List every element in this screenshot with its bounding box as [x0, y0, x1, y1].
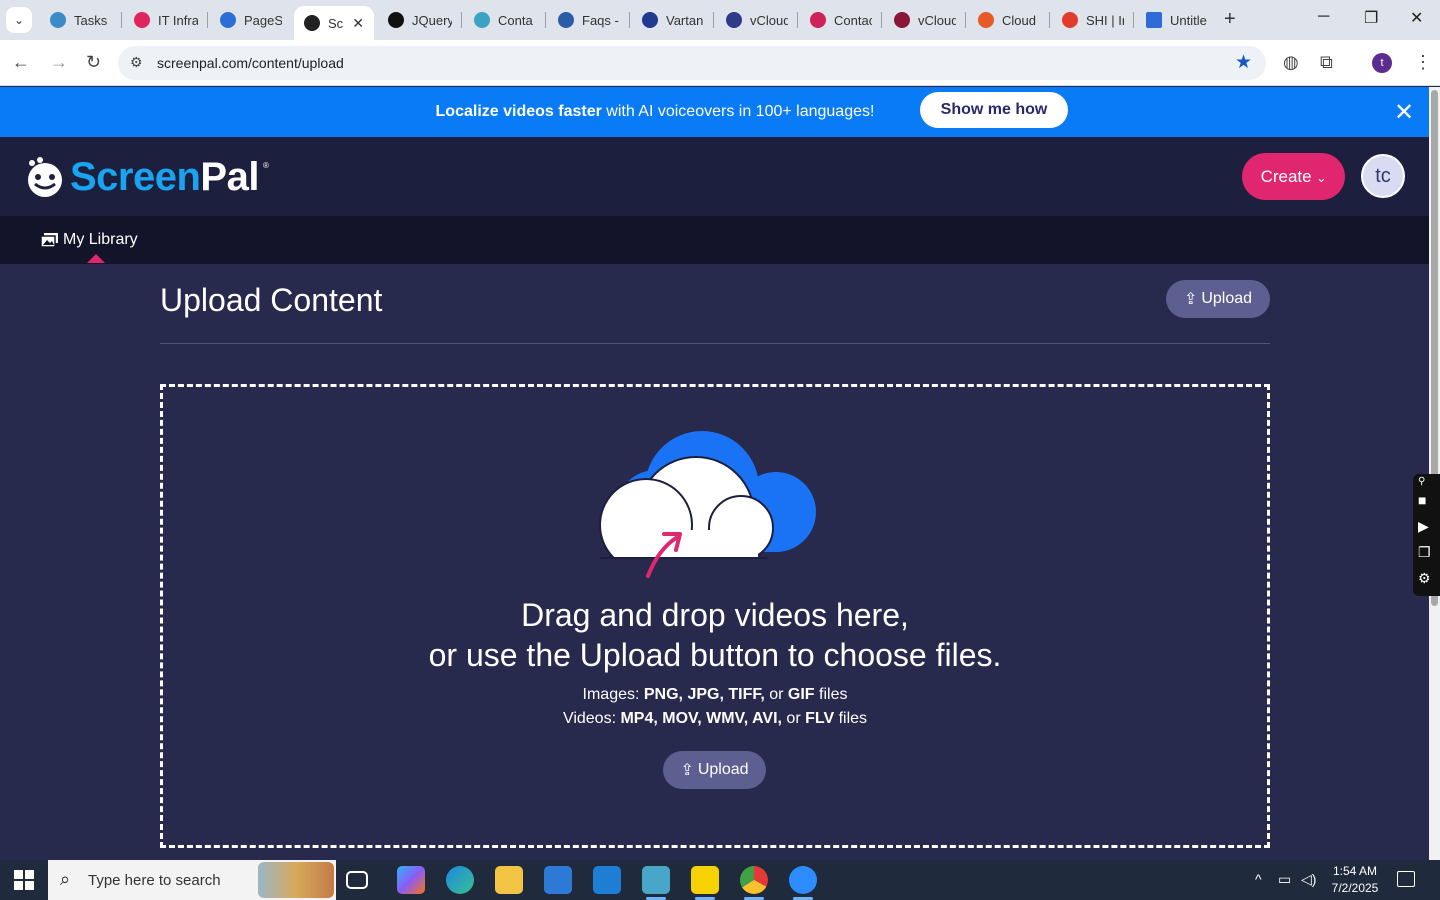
- windows-taskbar: ⌕ Type here to search ^ ▭ ◁) 1:54 AM 7/2…: [0, 860, 1440, 900]
- docs-favicon-icon: [1146, 12, 1162, 28]
- edge-browser-icon[interactable]: [446, 866, 474, 894]
- back-icon[interactable]: ←: [12, 52, 30, 73]
- new-tab-icon[interactable]: +: [1224, 8, 1236, 31]
- close-window-icon[interactable]: ✕: [1410, 8, 1423, 28]
- vartan-favicon-icon: [642, 12, 658, 28]
- promo-banner: Localize videos faster with AI voiceover…: [0, 87, 1429, 137]
- browser-toolbar: ← → ↻ ⚙ screenpal.com/content/upload ★ ◍…: [0, 40, 1440, 86]
- video-record-icon[interactable]: ▶: [1418, 518, 1429, 535]
- windows-start-icon[interactable]: [14, 870, 34, 890]
- copy-icon[interactable]: ❐: [1418, 544, 1431, 561]
- reload-icon[interactable]: ↻: [86, 52, 101, 73]
- tab-it-infra[interactable]: IT Infra: [124, 6, 208, 34]
- shi-favicon-icon: [1062, 12, 1078, 28]
- restore-icon[interactable]: ❐: [1364, 8, 1378, 28]
- my-library-link[interactable]: My Library: [40, 231, 138, 249]
- tab-jquery[interactable]: JQuery: [378, 6, 462, 34]
- widget-settings-gear-icon[interactable]: ⚙: [1418, 570, 1431, 587]
- drop-instruction-line-1: Drag and drop videos here,: [521, 597, 909, 633]
- browser-tab-strip: ⌄ Tasks IT Infra PageSp Sc ✕ JQuery Cont…: [0, 0, 1440, 40]
- tab-screenpal-active[interactable]: Sc ✕: [294, 6, 374, 40]
- upload-button-header[interactable]: ⇪ Upload: [1166, 280, 1270, 318]
- tab-search-button[interactable]: ⌄: [6, 7, 32, 33]
- tab-vcloud-1[interactable]: vCloud: [716, 6, 798, 34]
- tab-vcloud-2[interactable]: vCloud: [884, 6, 966, 34]
- logo-wordmark: ScreenPal: [70, 155, 259, 199]
- volume-icon[interactable]: ◁): [1301, 871, 1316, 888]
- screenpal-favicon-icon: [304, 15, 320, 31]
- profile-avatar[interactable]: t: [1372, 53, 1392, 73]
- search-icon: ⌕: [60, 869, 71, 889]
- image-formats-text: Images: PNG, JPG, TIFF, or GIF files: [582, 686, 848, 703]
- show-hidden-icons-chevron-icon[interactable]: ^: [1255, 871, 1262, 887]
- translate-icon[interactable]: ◍: [1283, 52, 1299, 73]
- chevron-down-icon: ⌄: [1316, 171, 1327, 185]
- site-info-icon[interactable]: ⚙: [130, 54, 143, 71]
- upload-icon: ⇪: [680, 762, 694, 779]
- vcloud-v-favicon-icon: [894, 12, 910, 28]
- forward-icon[interactable]: →: [50, 52, 68, 73]
- show-me-how-button[interactable]: Show me how: [920, 92, 1068, 128]
- page-title: Upload Content: [160, 282, 383, 318]
- vcloud-favicon-icon: [726, 12, 742, 28]
- network-icon[interactable]: ▭: [1278, 871, 1291, 888]
- address-bar[interactable]: ⚙ screenpal.com/content/upload ★: [118, 46, 1266, 80]
- close-tab-icon[interactable]: ✕: [352, 15, 364, 32]
- notifications-icon[interactable]: [1397, 871, 1415, 887]
- bookmark-star-icon[interactable]: ★: [1235, 51, 1252, 74]
- contac-favicon-icon: [810, 12, 826, 28]
- library-images-icon: [40, 233, 58, 248]
- chrome-icon[interactable]: [740, 866, 768, 900]
- extensions-icon[interactable]: ⧉: [1320, 52, 1333, 73]
- browser-menu-icon[interactable]: ⋮: [1414, 52, 1432, 73]
- tab-faqs[interactable]: Faqs -: [548, 6, 630, 34]
- tab-pagesp[interactable]: PageSp: [210, 6, 292, 34]
- drop-instruction-line-2: or use the Upload button to choose files…: [428, 637, 1002, 673]
- tab-cloud[interactable]: Cloud: [968, 6, 1050, 34]
- conta-favicon-icon: [474, 12, 490, 28]
- widget-pin-icon[interactable]: ⚲: [1418, 476, 1425, 487]
- tasks-favicon-icon: [50, 12, 66, 28]
- cloud-favicon-icon: [978, 12, 994, 28]
- library-nav: My Library: [0, 216, 1429, 264]
- tab-shi[interactable]: SHI | In: [1052, 6, 1134, 34]
- task-view-icon[interactable]: [346, 871, 368, 889]
- upload-icon: ⇪: [1183, 291, 1198, 308]
- cloud-upload-icon: [596, 431, 820, 582]
- search-highlight-image: [258, 862, 334, 898]
- app-diamond-icon[interactable]: [642, 866, 670, 900]
- tab-tasks[interactable]: Tasks: [40, 6, 122, 34]
- zoom-icon[interactable]: [789, 866, 817, 900]
- file-explorer-icon[interactable]: [495, 866, 523, 894]
- minimize-icon[interactable]: ─: [1318, 8, 1329, 26]
- pagesp-favicon-icon: [220, 12, 236, 28]
- jquery-favicon-icon: [388, 12, 404, 28]
- screenpal-logo-icon: [28, 156, 62, 197]
- copilot-icon[interactable]: [397, 866, 425, 894]
- mail-icon[interactable]: [593, 866, 621, 894]
- microsoft-store-icon[interactable]: [544, 866, 572, 894]
- url-text: screenpal.com/content/upload: [157, 55, 344, 71]
- tab-conta[interactable]: Conta: [464, 6, 546, 34]
- screenpal-logo[interactable]: ScreenPal ®: [24, 155, 269, 200]
- app-header: ScreenPal ® Create ⌄ tc: [0, 137, 1429, 216]
- close-banner-icon[interactable]: ✕: [1394, 98, 1414, 127]
- video-formats-text: Videos: MP4, MOV, WMV, AVI, or FLV files: [562, 710, 868, 727]
- upload-button-dropzone[interactable]: ⇪ Upload: [663, 751, 766, 789]
- sticky-notes-icon[interactable]: [691, 866, 719, 900]
- create-dropdown-button[interactable]: Create ⌄: [1242, 153, 1345, 200]
- active-nav-indicator: [87, 254, 105, 263]
- system-clock[interactable]: 1:54 AM 7/2/2025: [1330, 863, 1380, 897]
- tab-vartan[interactable]: Vartan: [632, 6, 714, 34]
- title-divider: [160, 343, 1270, 344]
- screenshot-camera-icon[interactable]: ■: [1418, 492, 1426, 508]
- it-infra-favicon-icon: [134, 12, 150, 28]
- user-avatar[interactable]: tc: [1361, 154, 1405, 198]
- tab-untitled[interactable]: Untitle: [1136, 6, 1218, 34]
- taskbar-search-box[interactable]: ⌕ Type here to search: [48, 860, 336, 900]
- screen-capture-widget[interactable]: ⚲ ■ ▶ ❐ ⚙: [1413, 474, 1440, 596]
- promo-message: Localize videos faster with AI voiceover…: [435, 103, 875, 120]
- tab-contac[interactable]: Contac: [800, 6, 882, 34]
- faqs-favicon-icon: [558, 12, 574, 28]
